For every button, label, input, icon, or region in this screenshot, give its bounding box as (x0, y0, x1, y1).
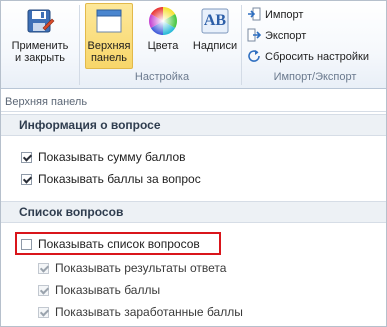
reset-settings-button[interactable]: Сбросить настройки (247, 49, 369, 66)
save-close-icon (27, 9, 55, 33)
panel-title: Верхняя панель (5, 96, 88, 108)
reset-label: Сбросить настройки (265, 51, 370, 63)
captions-button[interactable]: AB Надписи (191, 4, 239, 70)
top-panel-label-1: Верхняя (87, 40, 131, 52)
group-label-settings: Настройка (134, 71, 190, 83)
ribbon-separator (79, 5, 80, 85)
group-label-import-export: Импорт/Экспорт (273, 71, 357, 83)
reset-icon (248, 50, 260, 62)
label-show-total-score: Показывать сумму баллов (38, 150, 186, 164)
captions-label: Надписи (192, 40, 238, 52)
divider (1, 111, 386, 112)
checkbox-show-answer-results (38, 263, 49, 274)
option-show-earned-scores: Показывать заработанные баллы (38, 305, 243, 319)
label-show-answer-results: Показывать результаты ответа (55, 261, 227, 275)
colors-label: Цвета (147, 40, 179, 52)
label-show-question-score: Показывать баллы за вопрос (38, 172, 201, 186)
label-show-question-list: Показывать список вопросов (38, 237, 200, 251)
option-show-answer-results: Показывать результаты ответа (38, 261, 226, 275)
checkbox-show-total-score[interactable] (21, 152, 32, 163)
captions-icon-letters: AB (203, 12, 227, 29)
option-show-scores: Показывать баллы (38, 283, 160, 297)
checkbox-show-scores (38, 285, 49, 296)
apply-close-label-2: и закрыть (15, 52, 65, 64)
checkbox-show-question-score[interactable] (21, 174, 32, 185)
import-label: Импорт (265, 9, 304, 21)
label-show-earned-scores: Показывать заработанные баллы (55, 305, 243, 319)
ribbon-toolbar: Применить и закрыть Верхняя панель Цвета… (1, 1, 386, 89)
export-button[interactable]: Экспорт (247, 28, 306, 45)
colors-button[interactable]: Цвета (139, 4, 187, 70)
checkbox-show-earned-scores (38, 307, 49, 318)
option-show-total-score[interactable]: Показывать сумму баллов (21, 150, 186, 164)
import-icon (248, 7, 261, 21)
top-panel-label-2: панель (90, 52, 128, 64)
export-icon (247, 28, 261, 42)
settings-window: Применить и закрыть Верхняя панель Цвета… (0, 0, 387, 327)
apply-close-button[interactable]: Применить и закрыть (7, 4, 73, 70)
label-show-scores: Показывать баллы (55, 283, 161, 297)
apply-close-label-1: Применить (11, 40, 69, 52)
section-title-question-info: Информация о вопросе (19, 118, 161, 132)
color-wheel-icon (149, 7, 177, 35)
section-header-question-info: Информация о вопросе (1, 114, 386, 136)
section-header-question-list: Список вопросов (1, 201, 386, 223)
top-panel-icon (96, 9, 122, 33)
section-title-question-list: Список вопросов (19, 205, 124, 219)
top-panel-button[interactable]: Верхняя панель (85, 3, 133, 69)
export-label: Экспорт (265, 30, 307, 42)
ribbon-separator (241, 5, 242, 85)
checkbox-show-question-list[interactable] (21, 239, 32, 250)
option-show-question-score[interactable]: Показывать баллы за вопрос (21, 172, 201, 186)
option-show-question-list[interactable]: Показывать список вопросов (21, 237, 200, 251)
import-button[interactable]: Импорт (247, 7, 303, 24)
